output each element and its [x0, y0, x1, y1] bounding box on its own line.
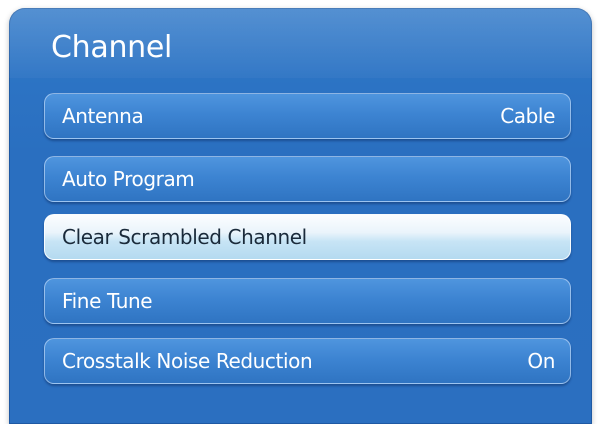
menu-item-auto-program[interactable]: Auto Program [44, 156, 571, 202]
menu-item-fine-tune[interactable]: Fine Tune [44, 278, 571, 324]
menu-item-label: Clear Scrambled Channel [62, 225, 307, 249]
menu-item-value: Cable [500, 104, 555, 128]
menu-title: Channel [51, 30, 173, 65]
menu-item-crosstalk-noise-reduction[interactable]: Crosstalk Noise Reduction On [44, 338, 571, 384]
menu-item-label: Fine Tune [62, 289, 153, 313]
menu-item-label: Crosstalk Noise Reduction [62, 349, 313, 373]
menu-item-value: On [527, 349, 555, 373]
menu-item-clear-scrambled-channel[interactable]: Clear Scrambled Channel [44, 214, 571, 260]
menu-item-label: Antenna [62, 104, 144, 128]
channel-menu-panel: Channel Antenna Cable Auto Program Clear… [9, 8, 592, 424]
menu-item-label: Auto Program [62, 167, 195, 191]
menu-item-antenna[interactable]: Antenna Cable [44, 93, 571, 139]
